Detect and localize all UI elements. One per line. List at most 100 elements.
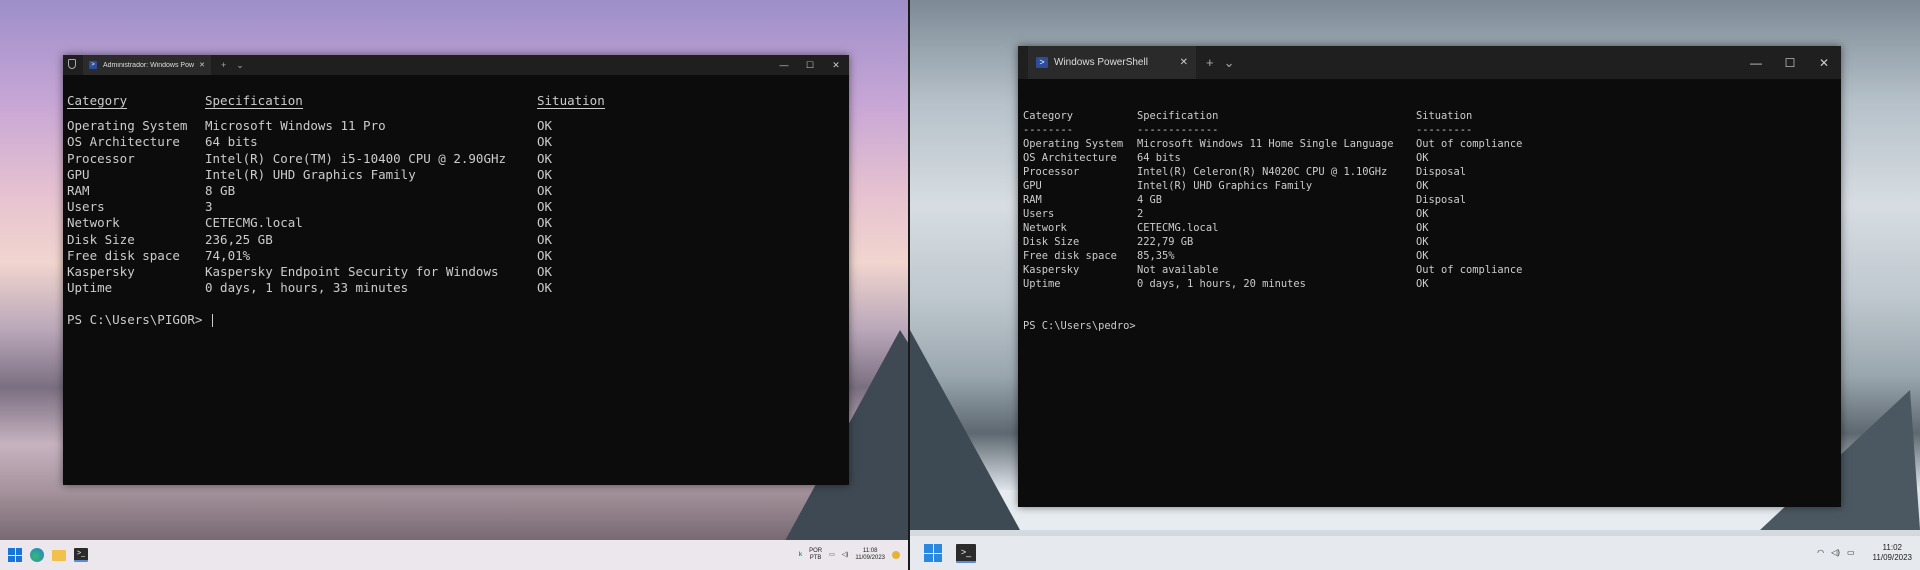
edge-browser-icon[interactable] — [30, 548, 44, 562]
cell-category: Kaspersky — [67, 264, 135, 280]
new-tab-button[interactable]: + — [1206, 55, 1214, 70]
file-explorer-icon[interactable] — [52, 549, 66, 561]
maximize-button[interactable]: ☐ — [1773, 56, 1807, 70]
cell-situation: Disposal — [1416, 166, 1467, 178]
cell-situation: OK — [1416, 152, 1429, 164]
cell-situation: OK — [1416, 208, 1429, 220]
cell-specification: 64 bits — [205, 134, 258, 150]
left-terminal-window[interactable]: > Administrador: Windows Pow ✕ + ⌄ — ☐ ✕… — [63, 55, 849, 485]
dash-situation: --------- — [1416, 124, 1473, 136]
maximize-button[interactable]: ☐ — [797, 60, 823, 71]
dash-specification: ------------- — [1137, 124, 1219, 136]
cell-category: Operating System — [67, 118, 188, 134]
cell-specification: CETECMG.local — [1137, 222, 1219, 234]
powershell-icon: > — [1036, 57, 1048, 68]
cell-situation: OK — [1416, 180, 1429, 192]
clock[interactable]: 11:08 11/09/2023 — [855, 548, 885, 562]
cell-situation: OK — [537, 118, 553, 134]
right-terminal-output[interactable]: Category Specification Situation -------- -… — [1018, 79, 1841, 333]
terminal-taskbar-icon[interactable]: >_ — [74, 548, 88, 562]
clock-time: 11:02 — [1882, 543, 1902, 552]
kaspersky-icon[interactable]: k — [799, 552, 802, 559]
cell-category: OS Architecture — [1023, 152, 1117, 164]
clock[interactable]: 11:02 11/09/2023 — [1873, 543, 1912, 563]
system-tray: k POR PTB ▭ ◁) 11:08 11/09/2023 — [792, 540, 900, 570]
minimize-button[interactable]: — — [771, 60, 797, 70]
tab-title: Windows PowerShell — [1054, 57, 1148, 68]
cell-specification: 0 days, 1 hours, 20 minutes — [1137, 278, 1306, 290]
header-category: Category — [67, 93, 128, 109]
lang-top: POR — [809, 548, 823, 554]
close-tab-icon[interactable]: ✕ — [199, 61, 205, 69]
cell-specification: 2 — [1137, 208, 1144, 220]
new-tab-button[interactable]: + — [221, 60, 226, 70]
prompt: PS C:\Users\PIGOR> — [67, 312, 210, 328]
minimize-button[interactable]: — — [1739, 56, 1773, 70]
shield-icon — [68, 59, 76, 69]
cell-category: RAM — [1023, 194, 1042, 206]
close-window-button[interactable]: ✕ — [1807, 56, 1841, 70]
right-desktop-wallpaper: > Windows PowerShell ✕ + ⌄ — ☐ ✕ Categor… — [910, 0, 1920, 570]
clock-date: 11/09/2023 — [855, 555, 885, 561]
prompt-line[interactable]: PS C:\Users\pedro> — [1023, 319, 1841, 333]
right-terminal-tab[interactable]: > Windows PowerShell ✕ — [1028, 46, 1196, 79]
cell-category: Operating System — [1023, 138, 1124, 150]
cell-situation: Out of compliance — [1416, 264, 1523, 276]
wifi-icon[interactable]: ◠ — [1817, 548, 1824, 558]
cell-specification: 8 GB — [205, 183, 236, 199]
header-specification: Specification — [1137, 110, 1219, 122]
table-row: Network CETECMG.local OK — [67, 215, 849, 231]
windows-start-icon[interactable] — [924, 544, 942, 562]
prompt-line[interactable]: PS C:\Users\PIGOR> — [67, 312, 849, 328]
table-row: Kaspersky Not available Out of compliance — [1023, 263, 1841, 277]
cell-situation: OK — [537, 231, 553, 247]
tab-dropdown-icon[interactable]: ⌄ — [236, 60, 244, 71]
cell-specification: 222,79 GB — [1137, 236, 1194, 248]
table-row: Operating System Microsoft Windows 11 Hom… — [1023, 137, 1841, 151]
table-row: OS Architecture 64 bits OK — [67, 134, 849, 150]
cell-specification: CETECMG.local — [205, 215, 303, 231]
close-window-button[interactable]: ✕ — [823, 60, 849, 71]
cell-situation: OK — [537, 134, 553, 150]
volume-icon[interactable]: ◁) — [1831, 548, 1840, 558]
cell-situation: Disposal — [1416, 194, 1467, 206]
cell-category: GPU — [67, 166, 90, 182]
left-terminal-output[interactable]: Category Specification Situation Operating… — [63, 75, 849, 329]
table-row: RAM 8 GB OK — [67, 183, 849, 199]
windows-start-icon[interactable] — [8, 548, 22, 562]
table-row: GPU Intel(R) UHD Graphics Family OK — [67, 167, 849, 183]
table-row: Kaspersky Kaspersky Endpoint Security for… — [67, 264, 849, 280]
language-indicator[interactable]: POR PTB — [809, 548, 822, 562]
table-row: Processor Intel(R) Celeron(R) N4020C CPU … — [1023, 165, 1841, 179]
table-row: Users 2 OK — [1023, 207, 1841, 221]
table-row: Users 3 OK — [67, 199, 849, 215]
table-row: Disk Size 222,79 GB OK — [1023, 235, 1841, 249]
volume-icon[interactable]: ◁) — [842, 552, 849, 559]
terminal-taskbar-icon[interactable]: >_ — [956, 543, 976, 563]
cell-category: Network — [1023, 222, 1067, 234]
display-icon[interactable]: ▭ — [829, 552, 835, 559]
table-header: Category Specification Situation — [1023, 109, 1841, 123]
table-row: GPU Intel(R) UHD Graphics Family OK — [1023, 179, 1841, 193]
cell-specification: Intel(R) UHD Graphics Family — [1137, 180, 1313, 192]
cell-situation: OK — [1416, 278, 1429, 290]
table-header: Category Specification Situation — [67, 93, 849, 109]
cell-specification: 236,25 GB — [205, 231, 273, 247]
cell-situation: OK — [537, 215, 553, 231]
cell-situation: Out of compliance — [1416, 138, 1523, 150]
cell-specification: Intel(R) UHD Graphics Family — [205, 166, 416, 182]
close-tab-icon[interactable]: ✕ — [1180, 57, 1188, 68]
battery-icon[interactable]: ▭ — [1847, 548, 1855, 558]
cell-category: Users — [67, 199, 105, 215]
cell-category: Users — [1023, 208, 1055, 220]
header-situation: Situation — [537, 93, 605, 109]
left-terminal-tab[interactable]: > Administrador: Windows Pow ✕ — [83, 55, 211, 75]
cell-specification: Not available — [1137, 264, 1219, 276]
left-desktop-wallpaper: > Administrador: Windows Pow ✕ + ⌄ — ☐ ✕… — [0, 0, 908, 570]
lang-bottom: PTB — [809, 555, 822, 561]
clock-date: 11/09/2023 — [1872, 553, 1912, 562]
right-terminal-window[interactable]: > Windows PowerShell ✕ + ⌄ — ☐ ✕ Categor… — [1018, 46, 1841, 507]
tab-dropdown-icon[interactable]: ⌄ — [1224, 55, 1235, 71]
table-row: Free disk space 85,35% OK — [1023, 249, 1841, 263]
notification-icon[interactable] — [892, 551, 900, 559]
